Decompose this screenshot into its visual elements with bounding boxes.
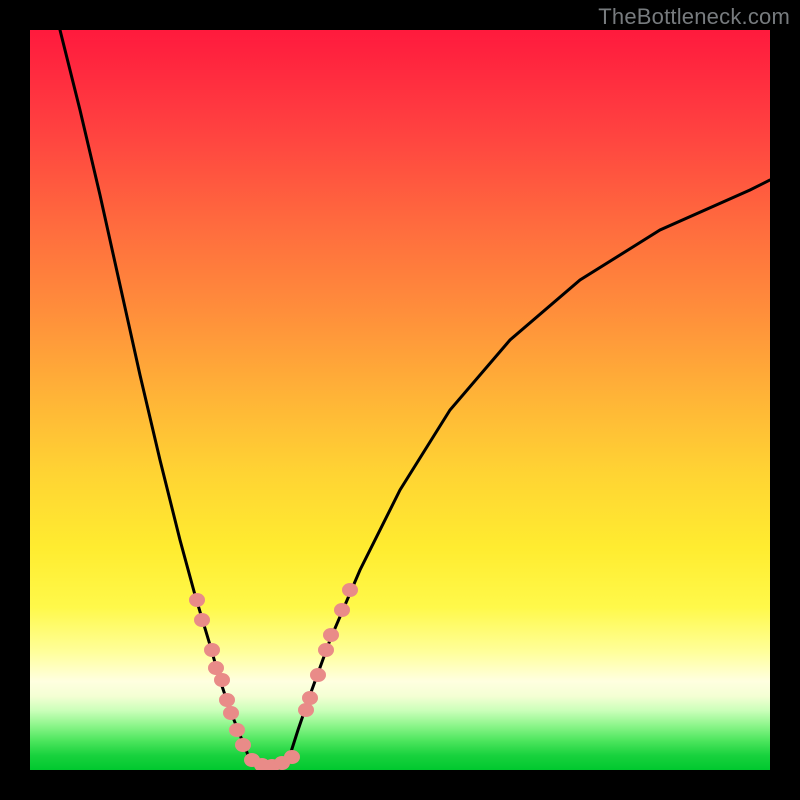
marker-dot: [235, 738, 251, 752]
marker-dot: [284, 750, 300, 764]
marker-dot: [318, 643, 334, 657]
curve-right: [290, 180, 770, 755]
marker-dot: [219, 693, 235, 707]
marker-dot: [229, 723, 245, 737]
marker-dot: [302, 691, 318, 705]
outer-frame: TheBottleneck.com: [0, 0, 800, 800]
marker-dot: [298, 703, 314, 717]
marker-dot: [189, 593, 205, 607]
chart-plot-area: [30, 30, 770, 770]
marker-dot: [310, 668, 326, 682]
marker-dot: [323, 628, 339, 642]
marker-dot: [223, 706, 239, 720]
marker-dot: [204, 643, 220, 657]
marker-dot: [334, 603, 350, 617]
watermark-text: TheBottleneck.com: [598, 4, 790, 30]
marker-dot: [194, 613, 210, 627]
marker-dot: [214, 673, 230, 687]
curve-left: [60, 30, 248, 755]
curve-group: [60, 30, 770, 766]
marker-dot: [208, 661, 224, 675]
marker-dot: [342, 583, 358, 597]
marker-group: [189, 583, 358, 770]
chart-svg: [30, 30, 770, 770]
